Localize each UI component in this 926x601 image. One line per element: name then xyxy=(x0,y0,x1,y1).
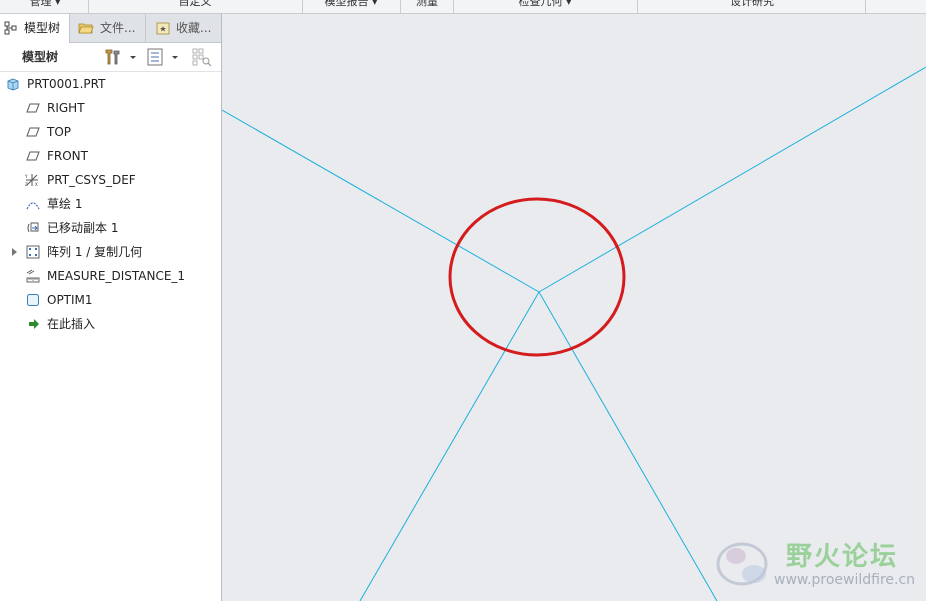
tree-item-top[interactable]: TOP xyxy=(0,120,221,144)
tree-item-front[interactable]: FRONT xyxy=(0,144,221,168)
tree-item-label: MEASURE_DISTANCE_1 xyxy=(47,269,186,283)
tree-item-label: 已移动副本 1 xyxy=(47,221,119,235)
folder-icon xyxy=(78,23,94,34)
tools-icon xyxy=(105,49,136,65)
tree-item-csys[interactable]: Y X Z PRT_CSYS_DEF xyxy=(0,168,221,192)
ribbon-separator xyxy=(400,0,401,13)
tab-favorites[interactable]: 收藏... xyxy=(146,14,221,42)
tree-item-label: RIGHT xyxy=(47,101,85,115)
tree-item-insert-here[interactable]: 在此插入 xyxy=(0,312,221,336)
ribbon-group-measure[interactable]: 测量 xyxy=(412,0,442,12)
settings-dropdown-button[interactable] xyxy=(103,48,139,66)
model-tree-toolbar: 模型树 xyxy=(0,43,221,72)
ribbon-separator xyxy=(88,0,89,13)
tree-item-label: OPTIM1 xyxy=(47,293,93,307)
datum-plane-icon xyxy=(26,151,40,161)
tree-item-label: FRONT xyxy=(47,149,88,163)
moved-copy-icon xyxy=(27,222,39,233)
ribbon-group-customize[interactable]: 自定义 xyxy=(170,0,220,12)
filter-button[interactable] xyxy=(192,48,212,67)
ribbon-separator xyxy=(865,0,866,13)
tab-model-tree-label: 模型树 xyxy=(24,21,61,35)
ribbon-separator xyxy=(637,0,638,13)
svg-text:Z: Z xyxy=(25,182,28,187)
svg-text:X: X xyxy=(35,182,38,187)
tree-item-moved-copy[interactable]: 已移动副本 1 xyxy=(0,216,221,240)
show-dropdown-button[interactable] xyxy=(146,48,182,66)
ribbon-strip: 管理 ▾ 自定义 模型报告 ▾ 测量 检查几何 ▾ 设计研究 xyxy=(0,0,926,14)
tree-item-right[interactable]: RIGHT xyxy=(0,96,221,120)
optimize-icon xyxy=(27,294,39,306)
tab-folder-browser[interactable]: 文件... xyxy=(70,14,146,42)
expand-arrow-icon[interactable] xyxy=(10,248,18,256)
ribbon-group-inspect-geometry[interactable]: 检查几何 ▾ xyxy=(512,0,578,12)
tree-item-label: 在此插入 xyxy=(47,317,96,331)
watermark-url: www.proewildfire.cn xyxy=(774,572,916,588)
graphics-viewport[interactable] xyxy=(222,14,926,601)
pattern-icon xyxy=(26,245,40,259)
measure-icon xyxy=(26,269,40,283)
svg-text:Y: Y xyxy=(25,174,28,179)
part-icon xyxy=(7,78,19,91)
tree-item-label: 草绘 1 xyxy=(47,197,83,211)
viewport-background xyxy=(222,14,926,601)
tab-folder-browser-label: 文件... xyxy=(100,21,136,35)
tab-favorites-label: 收藏... xyxy=(176,21,212,35)
datum-plane-icon xyxy=(26,103,40,113)
insert-here-arrow-icon xyxy=(29,319,39,329)
navigator-panel: 模型树 文件... 收藏... 模型树 PRT0001.PRT RIGHT TO… xyxy=(0,14,222,601)
tree-item-label: TOP xyxy=(47,125,72,139)
ribbon-group-design-study[interactable]: 设计研究 xyxy=(724,0,780,12)
list-settings-icon xyxy=(147,48,178,66)
tree-item-optim[interactable]: OPTIM1 xyxy=(0,288,221,312)
tree-item-label: 阵列 1 / 复制几何 xyxy=(47,245,143,259)
forum-watermark: 野火论坛 www.proewildfire.cn xyxy=(714,534,924,596)
filter-grid-icon xyxy=(192,48,212,67)
ribbon-group-manage[interactable]: 管理 ▾ xyxy=(20,0,70,12)
watermark-logo-icon xyxy=(716,542,768,586)
tree-item-sketch[interactable]: 草绘 1 xyxy=(0,192,221,216)
tree-item-label: PRT0001.PRT xyxy=(27,77,106,91)
tab-model-tree[interactable]: 模型树 xyxy=(0,14,70,43)
favorites-icon xyxy=(156,22,170,35)
tree-item-label: PRT_CSYS_DEF xyxy=(47,173,136,187)
sketch-icon xyxy=(26,202,40,210)
tree-item-pattern[interactable]: 阵列 1 / 复制几何 xyxy=(0,240,221,264)
ribbon-separator xyxy=(453,0,454,13)
ribbon-separator xyxy=(302,0,303,13)
navigator-tabs: 模型树 文件... 收藏... xyxy=(0,14,221,43)
datum-plane-icon xyxy=(26,127,40,137)
tree-item-measure[interactable]: MEASURE_DISTANCE_1 xyxy=(0,264,221,288)
ribbon-group-model-report[interactable]: 模型报告 ▾ xyxy=(318,0,384,12)
model-tree-title: 模型树 xyxy=(22,50,59,64)
tree-item-part[interactable]: PRT0001.PRT xyxy=(0,72,221,96)
model-tree-icon xyxy=(4,21,17,35)
csys-icon: Y X Z xyxy=(25,174,38,187)
watermark-title: 野火论坛 xyxy=(786,542,899,572)
